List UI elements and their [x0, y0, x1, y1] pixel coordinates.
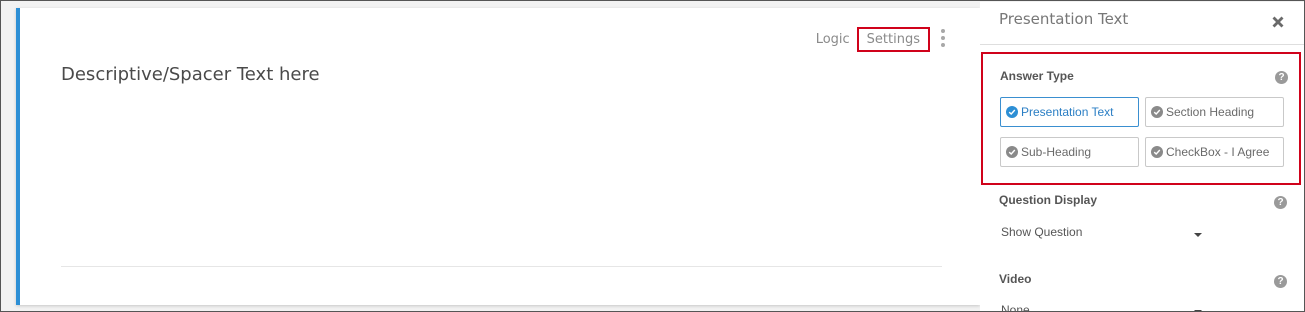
answer-type-help-icon[interactable]: ?: [1275, 71, 1288, 84]
option-label: Sub-Heading: [1021, 145, 1092, 159]
video-label: Video: [999, 272, 1032, 286]
check-circle-icon: [1151, 106, 1163, 118]
video-help-icon[interactable]: ?: [1274, 275, 1287, 288]
video-select[interactable]: None: [1001, 303, 1030, 311]
chevron-down-icon[interactable]: [1194, 233, 1202, 237]
check-circle-icon: [1151, 146, 1163, 158]
close-icon[interactable]: [1270, 14, 1286, 30]
question-display-help-icon[interactable]: ?: [1274, 196, 1287, 209]
window: Logic Settings Descriptive/Spacer Text h…: [0, 0, 1305, 312]
answer-type-presentation-text[interactable]: Presentation Text: [1000, 97, 1139, 127]
panel-header: Presentation Text: [980, 2, 1304, 45]
answer-type-section: Answer Type ? Presentation Text Section …: [981, 52, 1301, 185]
question-display-select[interactable]: Show Question: [1001, 225, 1082, 239]
answer-type-sub-heading[interactable]: Sub-Heading: [1000, 137, 1139, 167]
option-label: Section Heading: [1166, 105, 1255, 119]
option-label: CheckBox - I Agree: [1166, 145, 1270, 159]
panel-title: Presentation Text: [999, 10, 1129, 28]
form-canvas: Logic Settings Descriptive/Spacer Text h…: [2, 2, 980, 311]
settings-panel: Presentation Text Answer Type ? Presenta…: [980, 2, 1304, 311]
logic-link[interactable]: Logic: [811, 28, 855, 51]
answer-type-label: Answer Type: [1000, 69, 1074, 83]
answer-type-section-heading[interactable]: Section Heading: [1145, 97, 1284, 127]
answer-type-checkbox-i-agree[interactable]: CheckBox - I Agree: [1145, 137, 1284, 167]
check-circle-icon: [1006, 146, 1018, 158]
question-display-label: Question Display: [999, 193, 1098, 207]
card-actions: Logic Settings: [811, 24, 945, 54]
presentation-text[interactable]: Descriptive/Spacer Text here: [61, 64, 320, 85]
check-circle-icon: [1006, 106, 1018, 118]
more-options-icon[interactable]: [938, 26, 948, 50]
card-divider: [61, 266, 942, 267]
question-card[interactable]: Logic Settings Descriptive/Spacer Text h…: [16, 8, 980, 305]
option-label: Presentation Text: [1021, 105, 1114, 119]
settings-link[interactable]: Settings: [856, 26, 930, 52]
